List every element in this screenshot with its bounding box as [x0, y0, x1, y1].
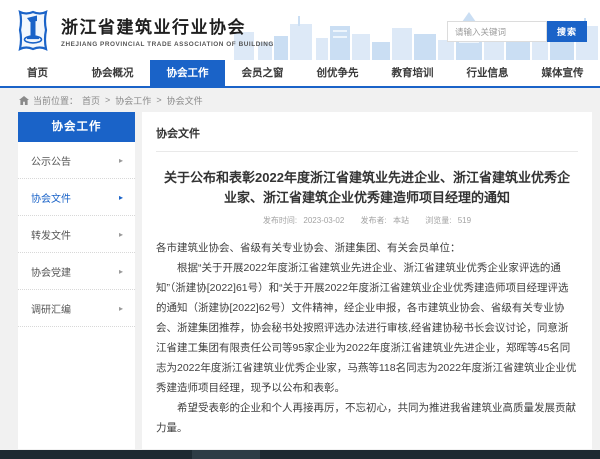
article-meta: 发布时间: 2023-03-02 发布者: 本站 浏览量: 519: [156, 215, 578, 226]
main-nav: 首页 协会概况 协会工作 会员之窗 创优争先 教育培训 行业信息 媒体宣传: [0, 60, 600, 88]
breadcrumb-link-home[interactable]: 首页: [82, 94, 100, 107]
nav-item-industry-info[interactable]: 行业信息: [450, 60, 525, 86]
paragraph-salutation: 各市建筑业协会、省级有关专业协会、浙建集团、有关会员单位：: [156, 239, 578, 259]
site-title: 浙江省建筑业行业协会: [61, 13, 274, 38]
publish-time: 发布时间: 2023-03-02: [261, 216, 349, 225]
article-body: 各市建筑业协会、省级有关专业协会、浙建集团、有关会员单位： 根据“关于开展202…: [156, 239, 578, 449]
association-logo-icon: [13, 9, 53, 52]
sidebar-item-label: 调研汇编: [31, 301, 71, 316]
main-area: 协会工作 公示公告 ▸ 协会文件 ▸ 转发文件 ▸ 协会党建 ▸ 调研汇编 ▸: [0, 112, 600, 449]
sidebar-item-label: 协会党建: [31, 264, 71, 279]
sidebar-item-research-compilation[interactable]: 调研汇编 ▸: [18, 290, 135, 327]
breadcrumb-link-association-documents[interactable]: 协会文件: [167, 94, 203, 107]
brand[interactable]: 浙江省建筑业行业协会 ZHEJIANG PROVINCIAL TRADE ASS…: [13, 9, 274, 52]
sidebar-item-label: 转发文件: [31, 227, 71, 242]
nav-item-association-work[interactable]: 协会工作: [150, 60, 225, 86]
footer-segment: [192, 450, 260, 459]
sidebar-item-forwarded-documents[interactable]: 转发文件 ▸: [18, 216, 135, 253]
article-title: 关于公布和表彰2022年度浙江省建筑业先进企业、浙江省建筑业优秀企业家、浙江省建…: [160, 168, 574, 208]
nav-item-association-overview[interactable]: 协会概况: [75, 60, 150, 86]
search-button[interactable]: 搜索: [547, 21, 587, 42]
nav-item-home[interactable]: 首页: [0, 60, 75, 86]
publisher: 发布者: 本站: [359, 216, 414, 225]
footer-bar: [0, 450, 600, 459]
sidebar-item-public-notices[interactable]: 公示公告 ▸: [18, 142, 135, 179]
site-header: 浙江省建筑业行业协会 ZHEJIANG PROVINCIAL TRADE ASS…: [0, 0, 600, 60]
breadcrumb-prefix: 当前位置：: [33, 94, 78, 107]
nav-item-member-window[interactable]: 会员之窗: [225, 60, 300, 86]
breadcrumb-link-association-work[interactable]: 协会工作: [115, 94, 151, 107]
sidebar-item-label: 公示公告: [31, 153, 71, 168]
breadcrumb-separator: >: [156, 95, 161, 105]
search-bar: 搜索: [447, 21, 587, 42]
home-icon: [19, 96, 29, 105]
view-count: 浏览量: 519: [423, 216, 473, 225]
sidebar-title: 协会工作: [18, 112, 135, 142]
chevron-right-icon: ▸: [119, 193, 123, 202]
nav-item-education-training[interactable]: 教育培训: [375, 60, 450, 86]
search-input[interactable]: [447, 21, 547, 42]
page: 浙江省建筑业行业协会 ZHEJIANG PROVINCIAL TRADE ASS…: [0, 0, 600, 459]
breadcrumb-separator: >: [105, 95, 110, 105]
nav-item-media[interactable]: 媒体宣传: [525, 60, 600, 86]
sidebar-item-label: 协会文件: [31, 190, 71, 205]
breadcrumb: 当前位置： 首页 > 协会工作 > 协会文件: [0, 88, 600, 112]
chevron-right-icon: ▸: [119, 156, 123, 165]
brand-text: 浙江省建筑业行业协会 ZHEJIANG PROVINCIAL TRADE ASS…: [61, 13, 274, 48]
paragraph-closing: 希望受表彰的企业和个人再接再厉，不忘初心，共同为推进我省建筑业高质量发展贡献力量…: [156, 399, 578, 439]
article-panel: 协会文件 关于公布和表彰2022年度浙江省建筑业先进企业、浙江省建筑业优秀企业家…: [142, 112, 592, 449]
sidebar-item-association-documents[interactable]: 协会文件 ▸: [18, 179, 135, 216]
chevron-right-icon: ▸: [119, 267, 123, 276]
section-title: 协会文件: [156, 125, 578, 152]
chevron-right-icon: ▸: [119, 304, 123, 313]
chevron-right-icon: ▸: [119, 230, 123, 239]
paragraph-main: 根据“关于开展2022年度浙江省建筑业先进企业、浙江省建筑业优秀企业家评选的通知…: [156, 259, 578, 399]
site-subtitle: ZHEJIANG PROVINCIAL TRADE ASSOCIATION OF…: [61, 41, 274, 48]
sidebar: 协会工作 公示公告 ▸ 协会文件 ▸ 转发文件 ▸ 协会党建 ▸ 调研汇编 ▸: [18, 112, 135, 449]
sidebar-item-party-building[interactable]: 协会党建 ▸: [18, 253, 135, 290]
nav-item-excellence[interactable]: 创优争先: [300, 60, 375, 86]
